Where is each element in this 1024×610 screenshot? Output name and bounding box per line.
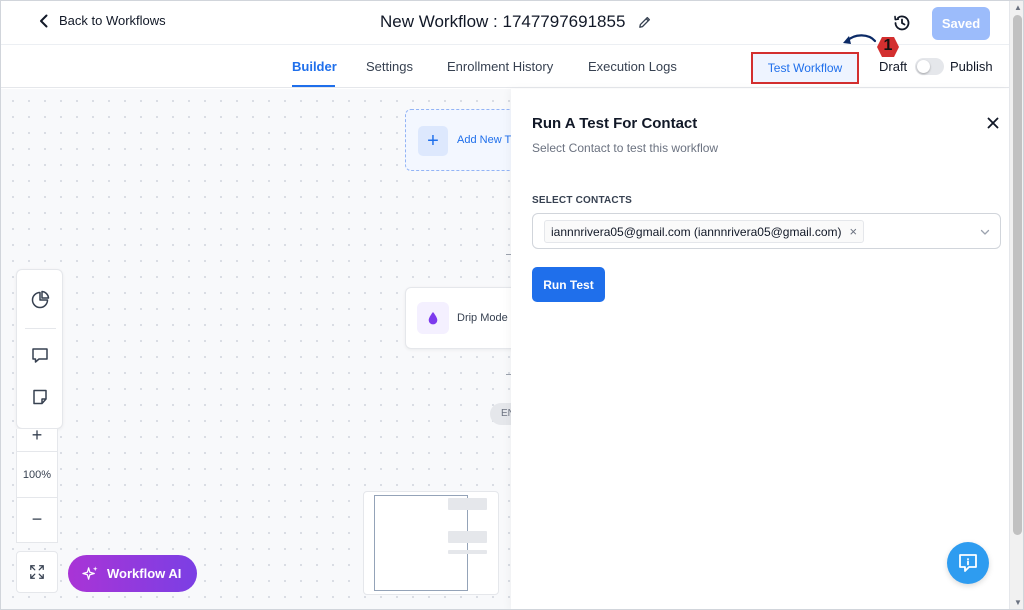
sparkles-icon <box>82 566 98 580</box>
workflow-title-text: New Workflow : 1747797691855 <box>380 12 626 31</box>
pencil-edit-icon[interactable] <box>637 15 652 30</box>
drip-drop-icon <box>417 302 449 334</box>
history-clock-icon[interactable] <box>892 13 912 33</box>
zoom-controls: + 100% − <box>16 425 58 543</box>
zoom-level: 100% <box>22 469 52 481</box>
select-contacts-label: SELECT CONTACTS <box>532 195 633 206</box>
vertical-scrollbar[interactable]: ▲ ▼ <box>1009 1 1023 609</box>
contact-select[interactable]: iannnrivera05@gmail.com (iannnrivera05@g… <box>532 213 1001 249</box>
fit-to-screen-button[interactable] <box>16 551 58 593</box>
help-chat-button[interactable] <box>947 542 989 584</box>
publish-toggle[interactable] <box>915 58 944 75</box>
active-tab-indicator <box>292 85 335 87</box>
workflow-canvas[interactable]: + Add New Tr Drip Mode EN + <box>1 89 511 609</box>
canvas-tools-panel <box>16 269 63 429</box>
test-workflow-button[interactable]: Test Workflow <box>751 52 859 84</box>
drip-mode-node[interactable]: Drip Mode <box>405 287 511 349</box>
expand-icon <box>30 565 44 579</box>
scroll-down-arrow-icon[interactable]: ▼ <box>1013 599 1023 607</box>
comment-icon[interactable] <box>30 345 50 365</box>
workflow-ai-label: Workflow AI <box>107 566 182 581</box>
annotation-step-badge: 1 <box>873 35 903 59</box>
scrollbar-thumb[interactable] <box>1013 15 1022 535</box>
zoom-divider <box>17 497 57 498</box>
selected-contact-text: iannnrivera05@gmail.com (iannnrivera05@g… <box>551 224 842 239</box>
canvas-minimap[interactable] <box>363 491 499 595</box>
tab-builder[interactable]: Builder <box>292 59 337 74</box>
scroll-up-arrow-icon[interactable]: ▲ <box>1013 4 1023 12</box>
minimap-node <box>448 550 487 554</box>
toggle-knob <box>917 60 930 73</box>
minimap-node <box>448 531 487 543</box>
minimap-node <box>448 498 487 510</box>
selected-contact-chip: iannnrivera05@gmail.com (iannnrivera05@g… <box>544 220 865 243</box>
panel-subtitle: Select Contact to test this workflow <box>532 141 719 155</box>
back-label: Back to Workflows <box>59 13 166 28</box>
panel-title: Run A Test For Contact <box>532 115 698 132</box>
test-contact-panel: Run A Test For Contact Select Contact to… <box>511 89 1009 609</box>
chat-info-icon <box>959 554 977 572</box>
workflow-ai-button[interactable]: Workflow AI <box>68 555 197 592</box>
sticky-note-icon[interactable] <box>30 387 50 407</box>
drip-mode-label: Drip Mode <box>457 312 508 324</box>
publish-label: Publish <box>950 59 993 74</box>
zoom-out-button[interactable]: − <box>17 509 57 530</box>
annotation-step-number: 1 <box>883 37 893 54</box>
saved-button[interactable]: Saved <box>932 7 990 40</box>
tab-enrollment-history[interactable]: Enrollment History <box>447 59 553 74</box>
chevron-down-icon[interactable] <box>979 226 991 238</box>
add-new-trigger-node[interactable]: + Add New Tr <box>405 109 511 171</box>
tools-divider <box>25 328 56 329</box>
tab-execution-logs[interactable]: Execution Logs <box>588 59 677 74</box>
remove-contact-button[interactable]: × <box>849 224 857 239</box>
pie-chart-icon[interactable] <box>30 290 50 310</box>
plus-icon: + <box>418 126 448 156</box>
chevron-left-icon <box>40 14 48 27</box>
draft-label: Draft <box>879 59 908 74</box>
zoom-divider <box>17 451 57 452</box>
back-to-workflows-link[interactable]: Back to Workflows <box>37 13 166 28</box>
zoom-in-button[interactable]: + <box>17 425 57 446</box>
end-node: EN <box>490 403 511 425</box>
workflow-title: New Workflow : 1747797691855 <box>380 12 652 32</box>
add-new-trigger-label: Add New Tr <box>457 134 511 146</box>
tab-settings[interactable]: Settings <box>366 59 413 74</box>
close-icon[interactable] <box>985 115 1001 131</box>
run-test-button[interactable]: Run Test <box>532 267 605 302</box>
workflow-builder-page: Back to Workflows New Workflow : 1747797… <box>0 0 1024 610</box>
